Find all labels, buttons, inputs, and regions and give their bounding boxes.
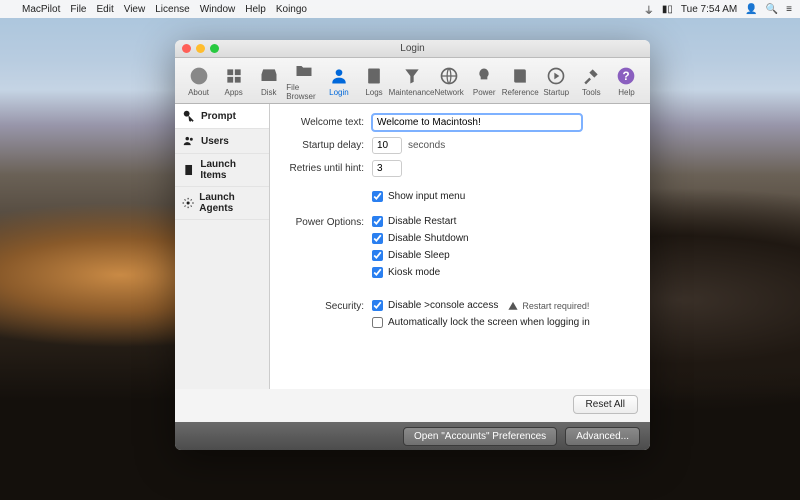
sidebar: Prompt Users Launch Items Launch Agents [175,104,270,389]
warning-icon [508,301,518,311]
disable-sleep-checkbox[interactable]: Disable Sleep [372,250,469,261]
menu-view[interactable]: View [124,4,146,15]
menubar: MacPilot File Edit View License Window H… [0,0,800,18]
toolbar-maintenance[interactable]: Maintenance [392,65,432,97]
menu-file[interactable]: File [70,4,86,15]
titlebar[interactable]: Login [175,40,650,58]
document-icon [182,163,195,177]
bulb-icon [473,65,495,87]
sidebar-item-users[interactable]: Users [175,129,269,154]
open-accounts-button[interactable]: Open "Accounts" Preferences [403,427,557,446]
toolbar-login[interactable]: Login [321,65,356,97]
users-icon [182,134,196,148]
toolbar-help[interactable]: ?Help [609,65,644,97]
auto-lock-checkbox[interactable]: Automatically lock the screen when loggi… [372,317,590,328]
toolbar-startup[interactable]: Startup [539,65,574,97]
toolbar-filebrowser[interactable]: File Browser [286,60,321,101]
key-icon [182,109,196,123]
menu-license[interactable]: License [155,4,189,15]
gear-icon [182,196,194,210]
app-menu[interactable]: MacPilot [22,4,60,15]
sidebar-item-launch-agents[interactable]: Launch Agents [175,187,269,220]
globe-icon [438,65,460,87]
disable-shutdown-checkbox[interactable]: Disable Shutdown [372,233,469,244]
logs-icon [363,65,385,87]
clock[interactable]: Tue 7:54 AM [681,4,737,15]
content-pane: Welcome text: Startup delay: seconds Ret… [270,104,650,389]
disk-icon [258,65,280,87]
search-icon[interactable]: 🔍 [766,4,778,15]
info-icon [188,65,210,87]
content-footer: Reset All [175,389,650,422]
retries-label: Retries until hint: [282,163,372,174]
help-icon: ? [615,65,637,87]
startup-delay-unit: seconds [408,140,445,151]
play-icon [545,65,567,87]
power-options-label: Power Options: [282,216,372,228]
menu-window[interactable]: Window [200,4,236,15]
svg-text:?: ? [623,70,630,83]
security-label: Security: [282,300,372,312]
advanced-button[interactable]: Advanced... [565,427,640,446]
kiosk-mode-checkbox[interactable]: Kiosk mode [372,267,469,278]
sidebar-item-launch-items[interactable]: Launch Items [175,154,269,187]
window-title: Login [175,43,650,54]
toolbar-about[interactable]: About [181,65,216,97]
toolbar-disk[interactable]: Disk [251,65,286,97]
toolbar-tools[interactable]: Tools [574,65,609,97]
welcome-text-label: Welcome text: [282,117,372,128]
disable-console-checkbox[interactable]: Disable >console access [372,300,498,311]
battery-icon[interactable]: ▮▯ [662,4,673,15]
tools-icon [580,65,602,87]
menu-extra-icon[interactable]: ≡ [786,4,792,15]
sidebar-item-prompt[interactable]: Prompt [175,104,269,129]
app-window: Login About Apps Disk File Browser Login… [175,40,650,450]
window-footer: Open "Accounts" Preferences Advanced... [175,422,650,450]
user-icon [328,65,350,87]
folder-icon [293,60,315,82]
disable-restart-checkbox[interactable]: Disable Restart [372,216,469,227]
startup-delay-input[interactable] [372,137,402,154]
user-icon[interactable]: 👤 [745,4,757,15]
wifi-icon[interactable]: ⏚ [644,2,654,17]
apps-icon [223,65,245,87]
reset-all-button[interactable]: Reset All [573,395,638,414]
toolbar-power[interactable]: Power [467,65,502,97]
restart-required-badge: Restart required! [508,301,589,311]
startup-delay-label: Startup delay: [282,140,372,151]
menu-help[interactable]: Help [245,4,266,15]
toolbar-logs[interactable]: Logs [356,65,391,97]
toolbar-apps[interactable]: Apps [216,65,251,97]
menu-edit[interactable]: Edit [96,4,113,15]
show-input-menu-checkbox[interactable]: Show input menu [372,191,465,202]
funnel-icon [401,65,423,87]
toolbar-network[interactable]: Network [432,65,467,97]
menu-koingo[interactable]: Koingo [276,4,307,15]
toolbar: About Apps Disk File Browser Login Logs … [175,58,650,104]
retries-input[interactable] [372,160,402,177]
toolbar-reference[interactable]: Reference [502,65,539,97]
book-icon [509,65,531,87]
welcome-text-input[interactable] [372,114,582,131]
